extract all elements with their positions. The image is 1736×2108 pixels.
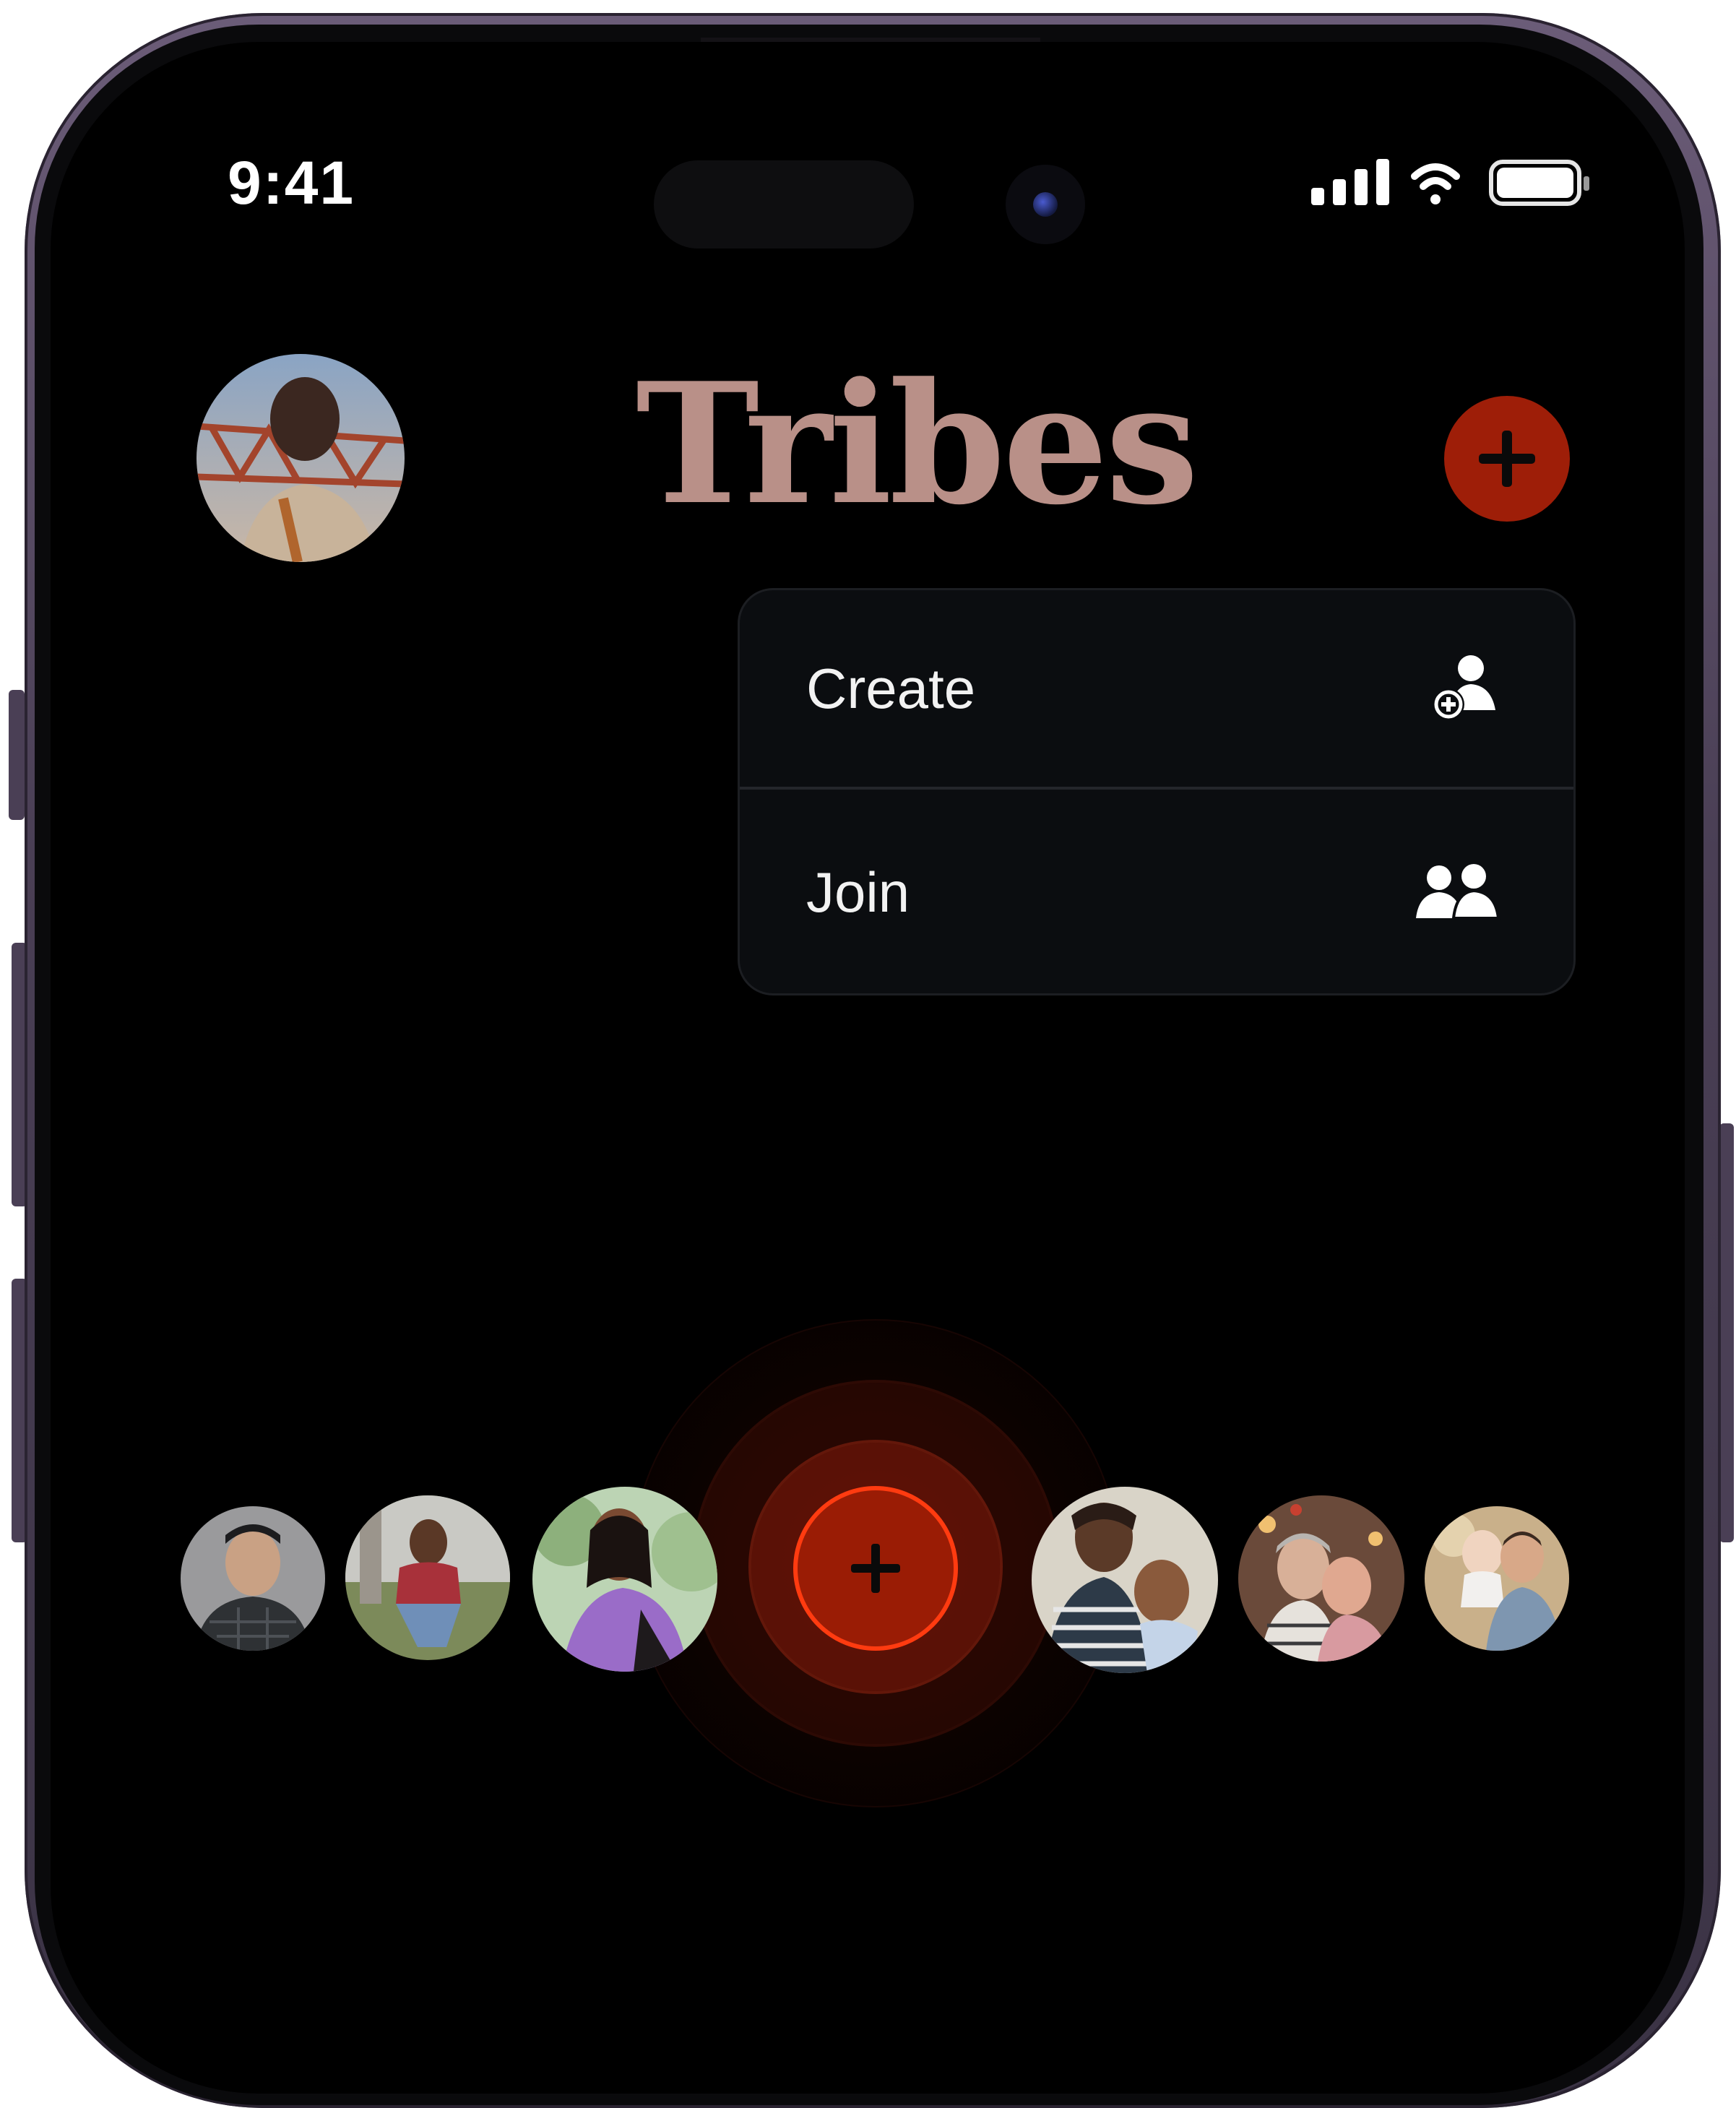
menu-item-join[interactable]: Join	[740, 792, 1573, 992]
status-icons	[1308, 157, 1597, 208]
person-add-icon	[1433, 655, 1495, 720]
front-camera	[1006, 165, 1085, 244]
phone-side-button-silent	[9, 690, 25, 820]
menu-item-label: Create	[806, 656, 976, 720]
tribe-member-avatar[interactable]	[1425, 1506, 1569, 1651]
battery-icon	[1489, 160, 1589, 206]
menu-item-label: Join	[806, 860, 910, 924]
dynamic-island	[654, 160, 914, 249]
tribe-member-avatar[interactable]	[532, 1487, 717, 1672]
cellular-signal-icon	[1311, 159, 1389, 205]
add-menu: Create Join	[740, 590, 1573, 993]
plus-icon	[851, 1544, 900, 1593]
plus-icon	[1479, 431, 1535, 487]
phone-side-button-power	[1719, 1123, 1734, 1542]
tribe-member-avatar[interactable]	[181, 1506, 325, 1651]
tribe-member-avatar[interactable]	[345, 1495, 510, 1660]
add-tribe-button[interactable]	[1444, 396, 1570, 522]
people-icon	[1416, 864, 1500, 920]
wifi-icon	[1411, 163, 1460, 204]
profile-avatar[interactable]	[197, 354, 405, 562]
tribe-member-avatar[interactable]	[1238, 1495, 1404, 1662]
menu-item-create[interactable]: Create	[740, 590, 1573, 790]
center-add-button[interactable]	[793, 1486, 958, 1651]
tribe-member-avatar[interactable]	[1032, 1487, 1218, 1673]
status-time: 9:41	[228, 149, 355, 217]
app-title: Tribes	[636, 347, 1199, 542]
